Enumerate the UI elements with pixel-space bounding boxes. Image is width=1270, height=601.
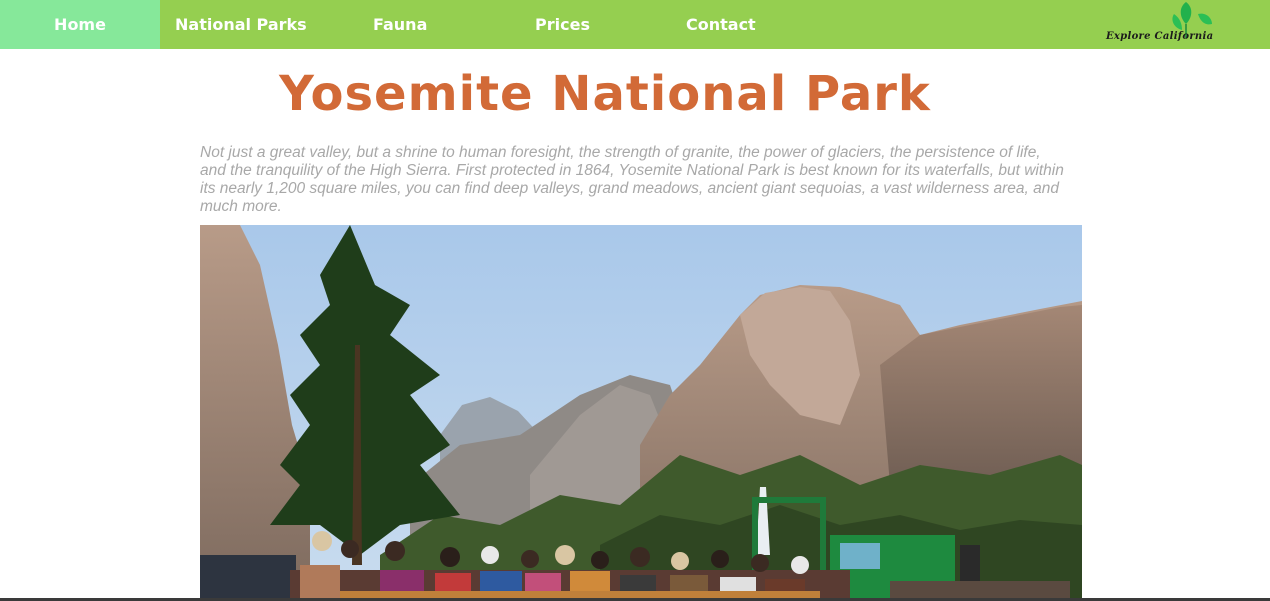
logo-text: Explore California xyxy=(1106,31,1214,42)
page-title: Yosemite National Park xyxy=(279,66,931,122)
nav-prices[interactable]: Prices xyxy=(535,0,590,49)
top-navigation-bar: Home National Parks Fauna Prices Contact… xyxy=(0,0,1270,49)
intro-paragraph: Not just a great valley, but a shrine to… xyxy=(200,144,1064,215)
nav-contact[interactable]: Contact xyxy=(686,0,756,49)
explore-california-logo[interactable]: Explore California xyxy=(1100,0,1230,49)
yosemite-valley-photo xyxy=(200,225,1082,601)
nav-national-parks[interactable]: National Parks xyxy=(175,0,307,49)
nav-fauna[interactable]: Fauna xyxy=(373,0,427,49)
nav-home[interactable]: Home xyxy=(0,0,160,49)
